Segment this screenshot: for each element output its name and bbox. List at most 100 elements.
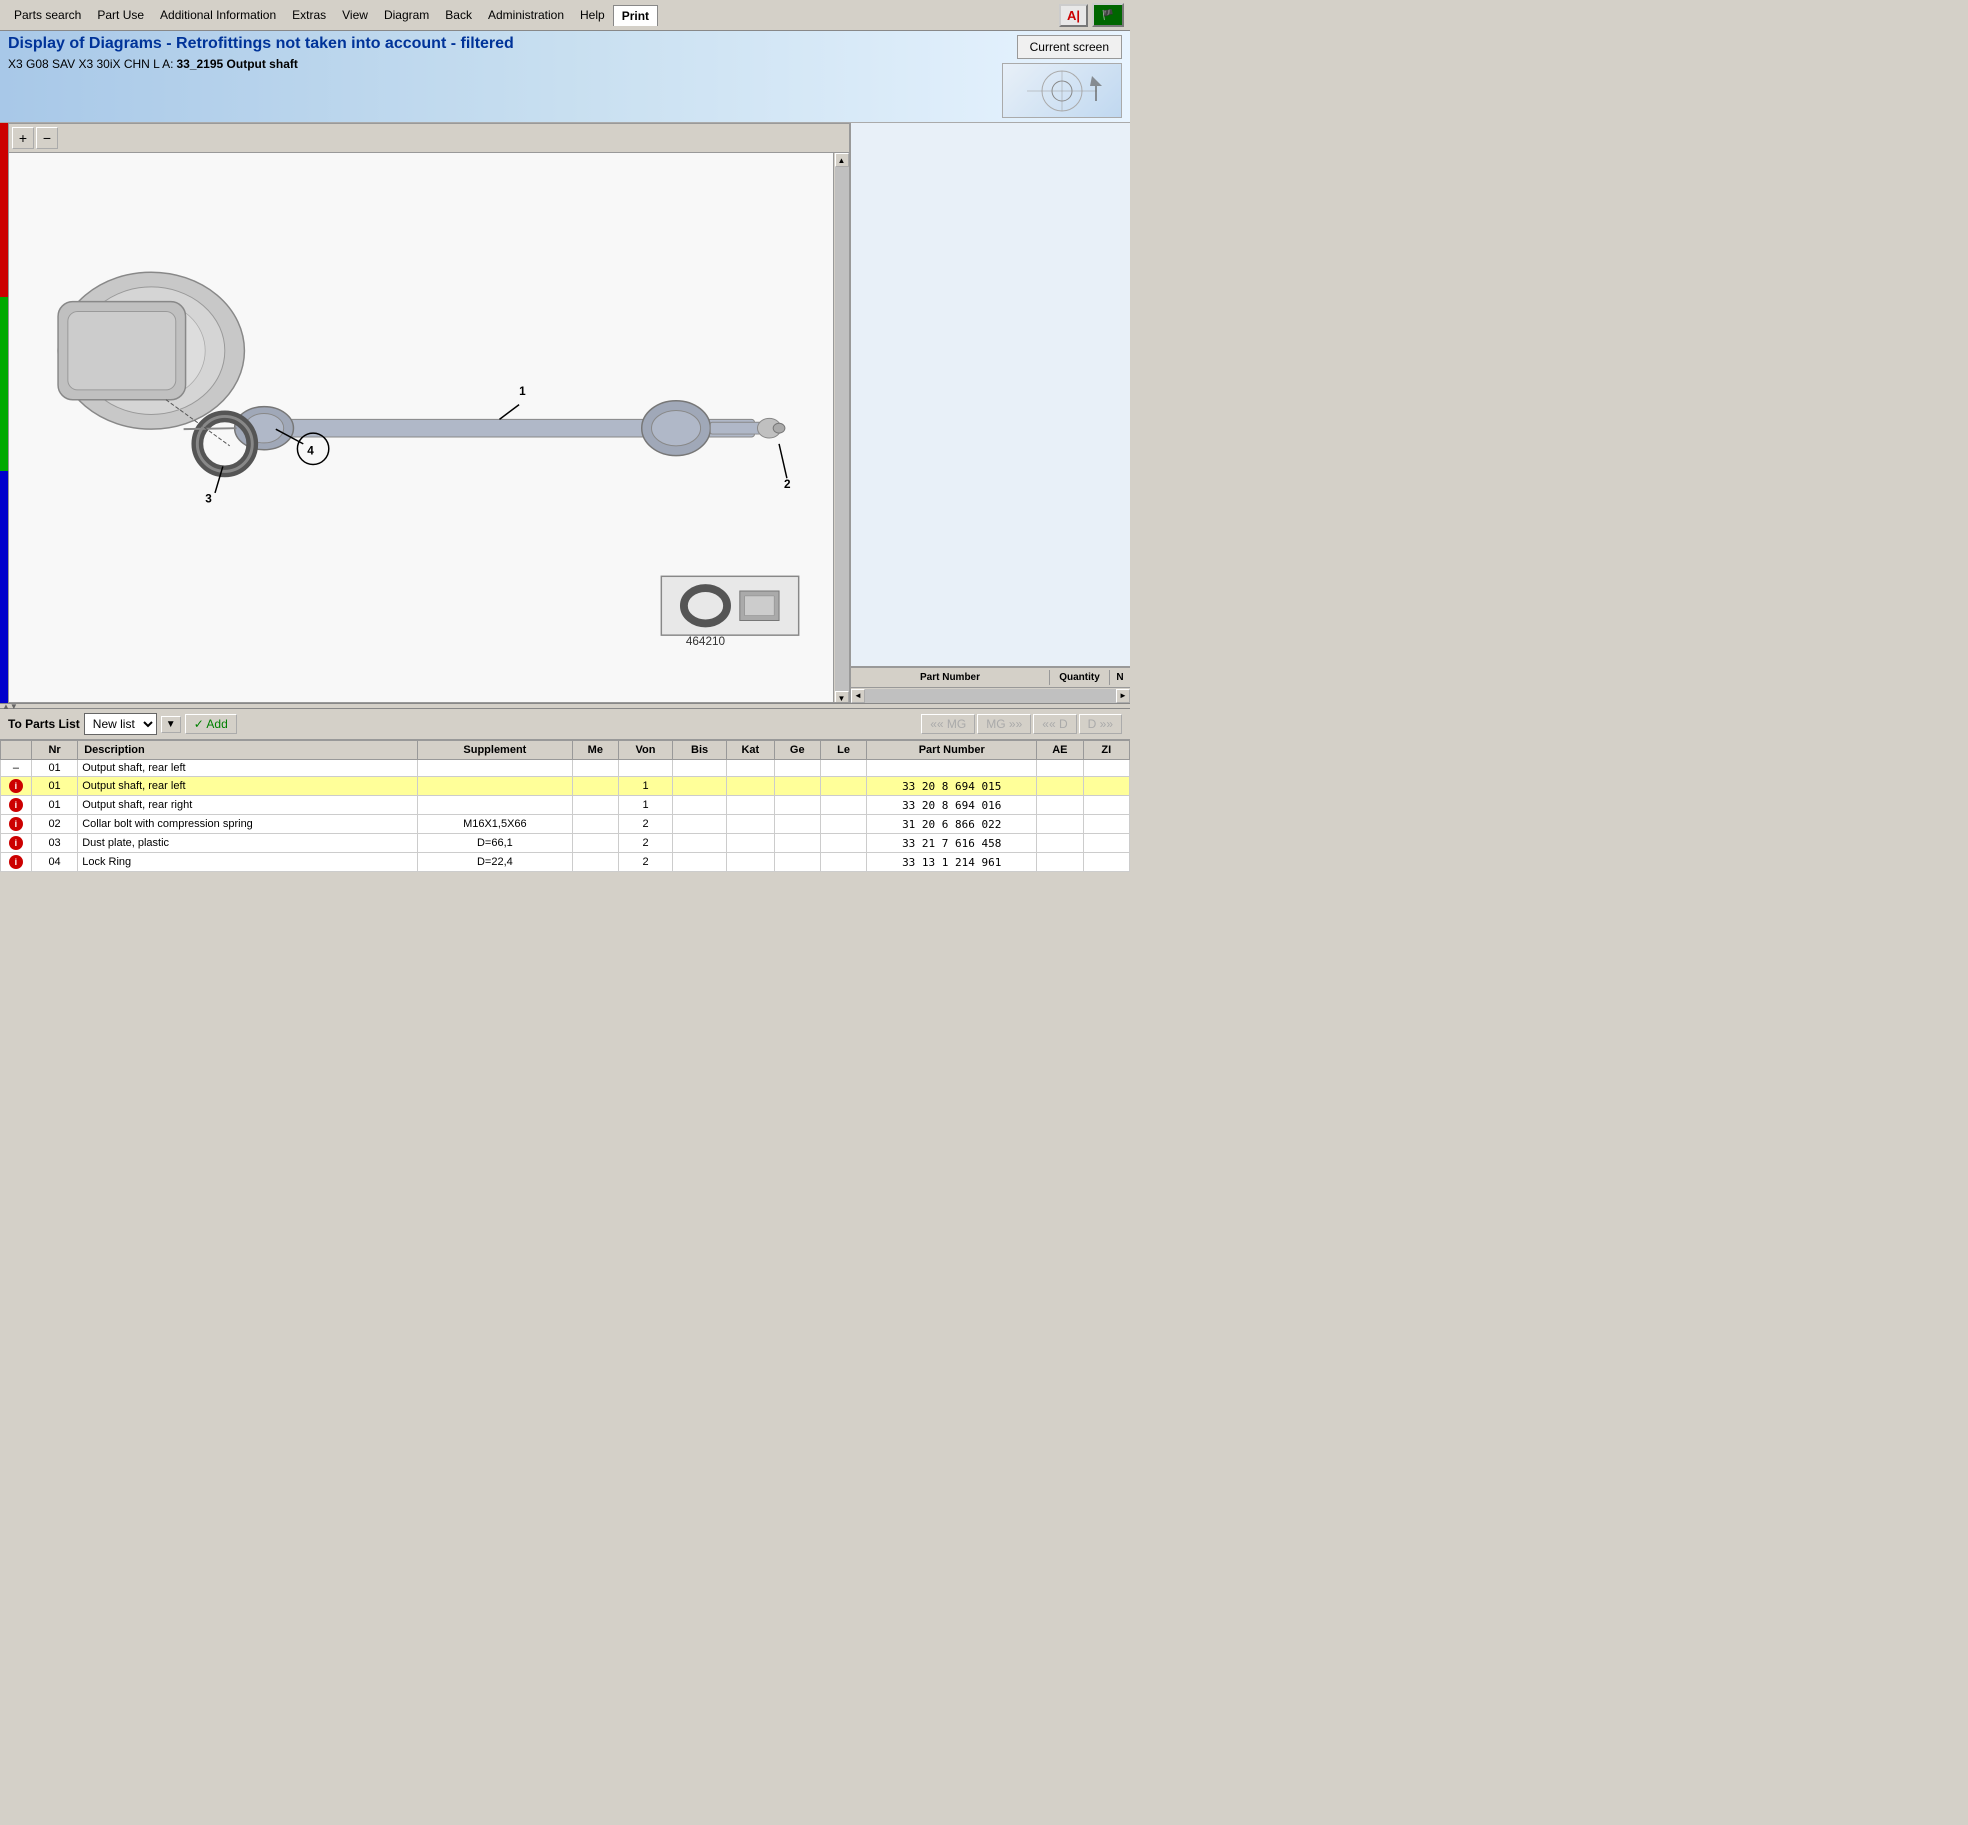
- svg-text:2: 2: [784, 478, 791, 491]
- parts-table-body: –01Output shaft, rear lefti01Output shaf…: [1, 760, 1130, 872]
- row-bis: [673, 796, 727, 815]
- th-kat: Kat: [727, 741, 774, 760]
- row-von: 1: [618, 777, 672, 796]
- row-zi: [1083, 853, 1129, 872]
- row-ae: [1037, 760, 1083, 777]
- row-zi: [1083, 760, 1129, 777]
- h-scroll-left-arrow[interactable]: ◄: [851, 689, 865, 703]
- menu-back[interactable]: Back: [437, 5, 480, 25]
- info-icon[interactable]: i: [9, 779, 23, 793]
- th-ge: Ge: [774, 741, 820, 760]
- info-icon[interactable]: i: [9, 798, 23, 812]
- row-bis: [673, 834, 727, 853]
- row-ae: [1037, 834, 1083, 853]
- table-row[interactable]: i01Output shaft, rear right133 20 8 694 …: [1, 796, 1130, 815]
- svg-text:464210: 464210: [686, 635, 726, 648]
- row-part-number: 33 20 8 694 015: [867, 777, 1037, 796]
- table-row[interactable]: i03Dust plate, plasticD=66,1233 21 7 616…: [1, 834, 1130, 853]
- h-scroll-track[interactable]: [865, 689, 1116, 703]
- list-dropdown-arrow[interactable]: ▼: [161, 716, 181, 733]
- row-bis: [673, 815, 727, 834]
- nav-mg-next-button[interactable]: MG »»: [977, 714, 1031, 734]
- row-me: [572, 853, 618, 872]
- current-screen-button[interactable]: Current screen: [1017, 35, 1122, 59]
- right-col-partnumber: Part Number: [851, 670, 1050, 685]
- menu-extras[interactable]: Extras: [284, 5, 334, 25]
- toolbar-btn-flag[interactable]: 🏴: [1092, 3, 1124, 27]
- row-me: [572, 777, 618, 796]
- svg-text:3: 3: [205, 493, 212, 506]
- th-me: Me: [572, 741, 618, 760]
- menubar: Parts search Part Use Additional Informa…: [0, 0, 1130, 31]
- nav-d-prev-button[interactable]: «« D: [1033, 714, 1076, 734]
- info-icon[interactable]: i: [9, 817, 23, 831]
- svg-text:4: 4: [307, 445, 314, 458]
- row-supplement: D=22,4: [418, 853, 573, 872]
- th-icon: [1, 741, 32, 760]
- h-scrollbar[interactable]: ◄ ►: [851, 687, 1130, 703]
- row-von: [618, 760, 672, 777]
- scroll-up-arrow[interactable]: ▲: [835, 153, 849, 167]
- toolbar-btn-a[interactable]: A|: [1059, 4, 1088, 27]
- row-nr: 01: [31, 777, 77, 796]
- nav-d-next-button[interactable]: D »»: [1079, 714, 1122, 734]
- menu-print[interactable]: Print: [613, 5, 658, 26]
- list-select[interactable]: New list: [84, 713, 157, 735]
- row-kat: [727, 853, 774, 872]
- row-ge: [774, 796, 820, 815]
- subtitle-bold: 33_2195 Output shaft: [176, 57, 297, 71]
- right-col-quantity: Quantity: [1050, 670, 1110, 685]
- row-le: [820, 760, 866, 777]
- row-ge: [774, 760, 820, 777]
- row-bis: [673, 777, 727, 796]
- zoom-in-button[interactable]: +: [12, 127, 34, 149]
- table-row[interactable]: i04Lock RingD=22,4233 13 1 214 961: [1, 853, 1130, 872]
- row-supplement: M16X1,5X66: [418, 815, 573, 834]
- row-ge: [774, 777, 820, 796]
- menu-additional-information[interactable]: Additional Information: [152, 5, 284, 25]
- bottom-toolbar: To Parts List New list ▼ ✓ Add «« MG MG …: [0, 709, 1130, 740]
- menu-view[interactable]: View: [334, 5, 376, 25]
- info-icon[interactable]: i: [9, 836, 23, 850]
- info-icon[interactable]: i: [9, 855, 23, 869]
- scroll-down-arrow[interactable]: ▼: [835, 691, 849, 703]
- th-description: Description: [78, 741, 418, 760]
- row-part-number: [867, 760, 1037, 777]
- row-le: [820, 853, 866, 872]
- menu-parts-search[interactable]: Parts search: [6, 5, 89, 25]
- row-le: [820, 796, 866, 815]
- diagram-content: 1 2 3 4: [9, 153, 833, 703]
- row-nr: 03: [31, 834, 77, 853]
- menu-help[interactable]: Help: [572, 5, 613, 25]
- row-kat: [727, 815, 774, 834]
- row-supplement: [418, 760, 573, 777]
- zoom-out-button[interactable]: −: [36, 127, 58, 149]
- row-description: Output shaft, rear right: [78, 796, 418, 815]
- h-scroll-right-arrow[interactable]: ►: [1116, 689, 1130, 703]
- diagram-scrollbar[interactable]: ▲ ▼: [833, 153, 849, 703]
- row-ae: [1037, 796, 1083, 815]
- row-part-number: 33 21 7 616 458: [867, 834, 1037, 853]
- th-supplement: Supplement: [418, 741, 573, 760]
- row-description: Output shaft, rear left: [78, 760, 418, 777]
- table-row[interactable]: –01Output shaft, rear left: [1, 760, 1130, 777]
- row-zi: [1083, 815, 1129, 834]
- table-row[interactable]: i01Output shaft, rear left133 20 8 694 0…: [1, 777, 1130, 796]
- subtitle-prefix: X3 G08 SAV X3 30iX CHN L A:: [8, 57, 173, 71]
- row-supplement: [418, 796, 573, 815]
- row-kat: [727, 796, 774, 815]
- menu-part-use[interactable]: Part Use: [89, 5, 152, 25]
- menu-diagram[interactable]: Diagram: [376, 5, 437, 25]
- menu-administration[interactable]: Administration: [480, 5, 572, 25]
- row-kat: [727, 760, 774, 777]
- header-subtitle: X3 G08 SAV X3 30iX CHN L A: 33_2195 Outp…: [8, 57, 1002, 71]
- add-button[interactable]: ✓ Add: [185, 714, 237, 734]
- row-bis: [673, 853, 727, 872]
- header-right: Current screen: [1002, 35, 1122, 118]
- table-row[interactable]: i02Collar bolt with compression springM1…: [1, 815, 1130, 834]
- nav-mg-prev-button[interactable]: «« MG: [921, 714, 975, 734]
- row-icon-cell: i: [1, 853, 32, 872]
- right-col-n: N: [1110, 670, 1130, 685]
- scroll-track[interactable]: [835, 167, 849, 691]
- row-le: [820, 815, 866, 834]
